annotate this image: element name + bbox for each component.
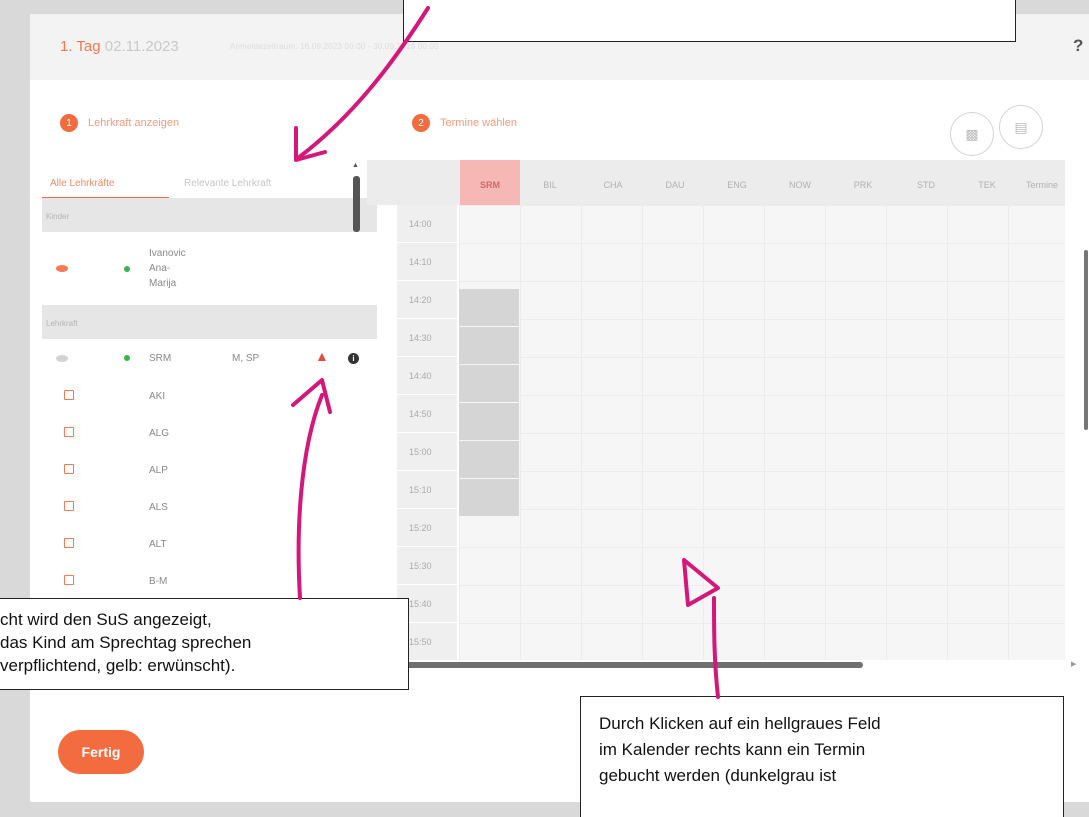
arrowhead-warning-icon [291, 378, 332, 414]
arrow-to-calendar-icon [712, 596, 720, 699]
arrow-to-warning-icon [296, 393, 324, 600]
screenshot: 1. Tag 02.11.2023 Anmeldezeitraum: 16.09… [0, 0, 1089, 817]
arrow-to-tab-icon [296, 6, 430, 160]
annotation-arrows [291, 6, 720, 699]
